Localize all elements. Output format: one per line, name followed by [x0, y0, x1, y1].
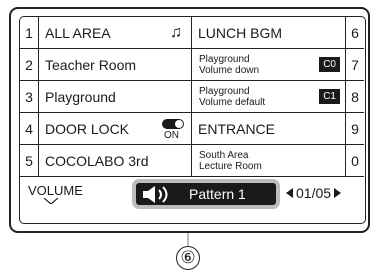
- pattern-button[interactable]: Pattern 1: [136, 183, 276, 205]
- button-label: South Area Lecture Room: [192, 150, 262, 172]
- button-number: 5: [20, 145, 39, 176]
- area-button-2[interactable]: 2 Teacher Room: [20, 49, 192, 81]
- area-button-1[interactable]: 1 ALL AREA ♫: [20, 17, 192, 49]
- button-label: Playground: [45, 88, 116, 105]
- button-label: Teacher Room: [45, 56, 137, 73]
- label-line-2: Lecture Room: [199, 160, 262, 172]
- button-label: Playground Volume down: [192, 54, 259, 76]
- music-note-icon: ♫: [170, 24, 182, 41]
- label-line-1: Playground: [199, 85, 250, 97]
- control-panel: 1 ALL AREA ♫ 2 Teacher Room 3 Playground…: [9, 7, 370, 233]
- button-label: DOOR LOCK: [45, 120, 130, 137]
- button-number: 1: [20, 17, 39, 48]
- speaker-icon: [143, 186, 168, 203]
- button-number: 4: [20, 113, 39, 144]
- callout-line: [187, 233, 189, 246]
- button-number: 8: [345, 81, 364, 112]
- page-number: 01/05: [296, 185, 332, 201]
- button-number: 7: [345, 49, 364, 80]
- area-button-3[interactable]: 3 Playground: [20, 81, 192, 113]
- prev-page-icon[interactable]: [286, 188, 293, 198]
- chevron-down-icon: [44, 198, 58, 204]
- code-badge: C0: [319, 57, 340, 72]
- volume-button[interactable]: VOLUME: [28, 183, 83, 198]
- area-button-5[interactable]: 5 COCOLABO 3rd: [20, 145, 192, 177]
- area-button-7[interactable]: Playground Volume down C0 7: [192, 49, 364, 81]
- button-label: COCOLABO 3rd: [45, 152, 149, 169]
- label-line-2: Volume down: [199, 64, 260, 76]
- toggle-switch-icon[interactable]: [162, 119, 184, 129]
- button-number: 3: [20, 81, 39, 112]
- button-number: 2: [20, 49, 39, 80]
- label-line-1: South Area: [199, 149, 249, 161]
- label-line-1: Playground: [199, 53, 250, 65]
- button-label: ENTRANCE: [198, 120, 276, 137]
- button-number: 9: [345, 113, 364, 144]
- callout-marker: ⑥: [176, 246, 200, 270]
- area-button-0[interactable]: South Area Lecture Room 0: [192, 145, 364, 177]
- pattern-highlight: Pattern 1: [132, 179, 280, 209]
- next-page-icon[interactable]: [334, 188, 342, 198]
- button-label: ALL AREA: [45, 24, 111, 41]
- code-badge: C1: [319, 89, 340, 104]
- button-label: LUNCH BGM: [198, 24, 283, 41]
- door-lock-button[interactable]: 4 DOOR LOCK ON: [20, 113, 192, 145]
- button-label: Playground Volume default: [192, 86, 265, 108]
- toggle-state: ON: [164, 130, 179, 141]
- area-button-9[interactable]: ENTRANCE 9: [192, 113, 364, 145]
- area-button-6[interactable]: LUNCH BGM 6: [192, 17, 364, 49]
- button-number: 6: [345, 17, 364, 48]
- label-line-2: Volume default: [199, 96, 266, 108]
- touch-screen: 1 ALL AREA ♫ 2 Teacher Room 3 Playground…: [19, 16, 366, 224]
- page-indicator: 01/05: [286, 185, 342, 201]
- area-button-8[interactable]: Playground Volume default C1 8: [192, 81, 364, 113]
- button-number: 0: [345, 145, 364, 176]
- bottom-bar: VOLUME Pattern 1 01/05: [20, 177, 364, 223]
- pattern-label: Pattern 1: [189, 186, 246, 202]
